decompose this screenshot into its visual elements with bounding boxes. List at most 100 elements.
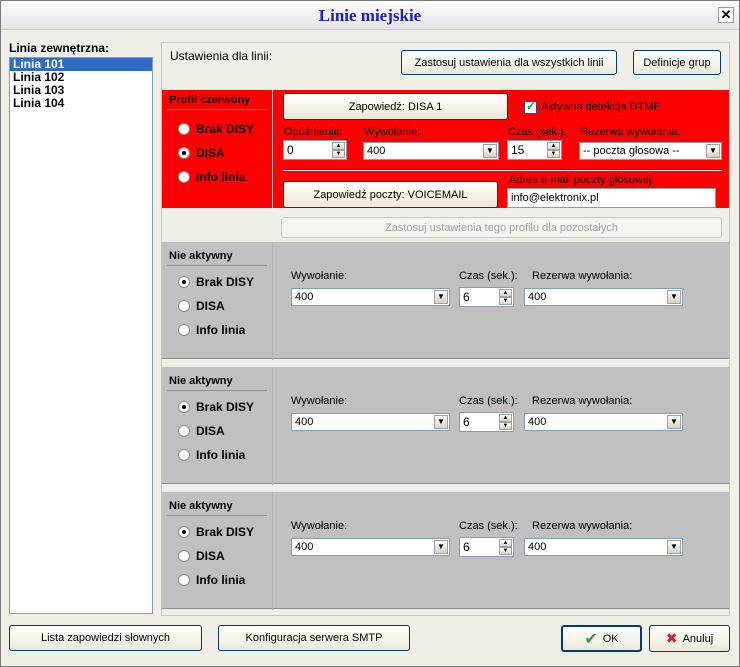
radio-off-icon bbox=[178, 300, 190, 312]
red-profile-title: Profil czerwony bbox=[169, 94, 251, 106]
time-label: Czas (sek.): bbox=[508, 126, 567, 138]
inactive-profile-1: Nie aktywny Brak DISY DISA Info linia Wy… bbox=[162, 241, 729, 360]
spin-up-icon[interactable]: ▲ bbox=[499, 289, 512, 297]
call-label: Wywołanie: bbox=[291, 520, 348, 532]
announcement-disa-button[interactable]: Zapowiedź: DISA 1 bbox=[283, 93, 508, 120]
spin-down-icon[interactable]: ▼ bbox=[332, 150, 345, 158]
spin-down-icon[interactable]: ▼ bbox=[547, 150, 560, 158]
radio-on-icon bbox=[178, 147, 190, 159]
settings-label: Ustawienia dla linii: bbox=[170, 49, 273, 63]
radio-info-linia[interactable]: Info linia bbox=[178, 572, 245, 588]
divider bbox=[283, 169, 722, 171]
radio-off-icon bbox=[178, 550, 190, 562]
inactive-profile-title: Nie aktywny bbox=[169, 500, 233, 512]
radio-disa[interactable]: DISA bbox=[178, 298, 225, 314]
apply-profile-to-others-button[interactable]: Zastosuj ustawienia tego profilu dla poz… bbox=[281, 217, 722, 238]
list-item-line-104[interactable]: Linia 104 bbox=[10, 97, 152, 110]
email-label: Adres e-mail poczty głosowej: bbox=[509, 174, 655, 186]
spin-down-icon[interactable]: ▼ bbox=[499, 297, 512, 305]
chevron-down-icon[interactable]: ▼ bbox=[667, 415, 681, 429]
lines-listbox[interactable]: Linia 101 Linia 102 Linia 103 Linia 104 bbox=[9, 57, 153, 614]
voicemail-announcement-button[interactable]: Zapowiedź poczty: VOICEMAIL bbox=[283, 181, 498, 208]
reserve-select[interactable]: 400 ▼ bbox=[524, 288, 683, 306]
reserve-select[interactable]: -- poczta głosowa -- ▼ bbox=[579, 142, 722, 160]
time-stepper[interactable]: 15 ▲ ▼ bbox=[507, 140, 562, 160]
call-select[interactable]: 400 ▼ bbox=[363, 142, 499, 160]
inactive-profile-title: Nie aktywny bbox=[169, 375, 233, 387]
radio-disa[interactable]: DISA bbox=[178, 548, 225, 564]
radio-info-linia[interactable]: Info linia bbox=[178, 447, 245, 463]
radio-off-icon bbox=[178, 123, 190, 135]
reserve-label: Rezerwa wywołania: bbox=[580, 126, 681, 138]
radio-off-icon bbox=[178, 324, 190, 336]
call-select[interactable]: 400 ▼ bbox=[291, 538, 450, 556]
inactive-profile-3: Nie aktywny Brak DISY DISA Info linia Wy… bbox=[162, 491, 729, 610]
time-stepper[interactable]: 6 ▲ ▼ bbox=[459, 412, 514, 432]
time-label: Czas (sek.): bbox=[459, 270, 518, 282]
chevron-down-icon[interactable]: ▼ bbox=[434, 290, 448, 304]
chevron-down-icon[interactable]: ▼ bbox=[706, 144, 720, 158]
radio-disa[interactable]: DISA bbox=[178, 145, 225, 161]
window-title: Linie miejskie bbox=[318, 6, 422, 25]
dtmf-label: Aktywna detekcja DTMF bbox=[541, 101, 661, 113]
dtmf-checkbox[interactable] bbox=[524, 99, 537, 114]
radio-on-icon bbox=[178, 276, 190, 288]
group-definitions-button[interactable]: Definicje grup bbox=[633, 50, 721, 75]
checkmark-icon: ✔ bbox=[584, 630, 598, 648]
radio-on-icon bbox=[178, 401, 190, 413]
dialog-window: Linie miejskie ✕ Linia zewnętrzna: Linia… bbox=[0, 0, 740, 667]
radio-brak-disy[interactable]: Brak DISY bbox=[178, 399, 254, 415]
radio-info-linia[interactable]: Info linia bbox=[178, 322, 245, 338]
chevron-down-icon[interactable]: ▼ bbox=[667, 540, 681, 554]
cancel-button[interactable]: ✖ Anuluj bbox=[649, 625, 730, 652]
smtp-config-button[interactable]: Konfiguracja serwera SMTP bbox=[218, 625, 410, 651]
call-label: Wywołanie: bbox=[291, 270, 348, 282]
radio-off-icon bbox=[178, 574, 190, 586]
reserve-select[interactable]: 400 ▼ bbox=[524, 413, 683, 431]
call-label: Wywołanie: bbox=[364, 126, 421, 138]
red-profile-panel: Profil czerwony Brak DISY DISA Info lini… bbox=[162, 90, 729, 208]
radio-brak-disy[interactable]: Brak DISY bbox=[178, 524, 254, 540]
title-bar: Linie miejskie ✕ bbox=[1, 1, 739, 30]
delay-label: Opóźnienie: bbox=[284, 126, 343, 138]
call-select[interactable]: 400 ▼ bbox=[291, 288, 450, 306]
radio-brak-disy[interactable]: Brak DISY bbox=[178, 274, 254, 290]
spin-down-icon[interactable]: ▼ bbox=[499, 547, 512, 555]
spin-down-icon[interactable]: ▼ bbox=[499, 422, 512, 430]
spin-up-icon[interactable]: ▲ bbox=[332, 142, 345, 150]
reserve-label: Rezerwa wywołania: bbox=[532, 270, 633, 282]
spin-up-icon[interactable]: ▲ bbox=[499, 414, 512, 422]
radio-on-icon bbox=[178, 526, 190, 538]
radio-off-icon bbox=[178, 425, 190, 437]
close-icon[interactable]: ✕ bbox=[718, 7, 734, 23]
lines-list-label: Linia zewnętrzna: bbox=[9, 41, 110, 55]
reserve-label: Rezerwa wywołania: bbox=[532, 395, 633, 407]
cross-icon: ✖ bbox=[665, 630, 678, 646]
radio-disa[interactable]: DISA bbox=[178, 423, 225, 439]
inactive-profile-2: Nie aktywny Brak DISY DISA Info linia Wy… bbox=[162, 366, 729, 485]
apply-all-lines-button[interactable]: Zastosuj ustawienia dla wszystkich linii bbox=[401, 50, 617, 75]
inactive-profile-title: Nie aktywny bbox=[169, 250, 233, 262]
time-stepper[interactable]: 6 ▲ ▼ bbox=[459, 537, 514, 557]
reserve-label: Rezerwa wywołania: bbox=[532, 520, 633, 532]
chevron-down-icon[interactable]: ▼ bbox=[434, 540, 448, 554]
radio-brak-disy[interactable]: Brak DISY bbox=[178, 121, 254, 137]
chevron-down-icon[interactable]: ▼ bbox=[667, 290, 681, 304]
spin-up-icon[interactable]: ▲ bbox=[547, 142, 560, 150]
call-select[interactable]: 400 ▼ bbox=[291, 413, 450, 431]
delay-stepper[interactable]: 0 ▲ ▼ bbox=[283, 140, 347, 160]
time-label: Czas (sek.): bbox=[459, 395, 518, 407]
chevron-down-icon[interactable]: ▼ bbox=[434, 415, 448, 429]
radio-off-icon bbox=[178, 171, 190, 183]
email-field[interactable]: info@elektronix.pl bbox=[507, 188, 716, 208]
reserve-select[interactable]: 400 ▼ bbox=[524, 538, 683, 556]
spin-up-icon[interactable]: ▲ bbox=[499, 539, 512, 547]
chevron-down-icon[interactable]: ▼ bbox=[483, 144, 497, 158]
radio-info-linia[interactable]: Info linia bbox=[178, 169, 245, 185]
call-label: Wywołanie: bbox=[291, 395, 348, 407]
ok-button[interactable]: ✔ OK bbox=[561, 625, 642, 652]
time-label: Czas (sek.): bbox=[459, 520, 518, 532]
time-stepper[interactable]: 6 ▲ ▼ bbox=[459, 287, 514, 307]
announcements-list-button[interactable]: Lista zapowiedzi słownych bbox=[9, 625, 202, 651]
radio-off-icon bbox=[178, 449, 190, 461]
